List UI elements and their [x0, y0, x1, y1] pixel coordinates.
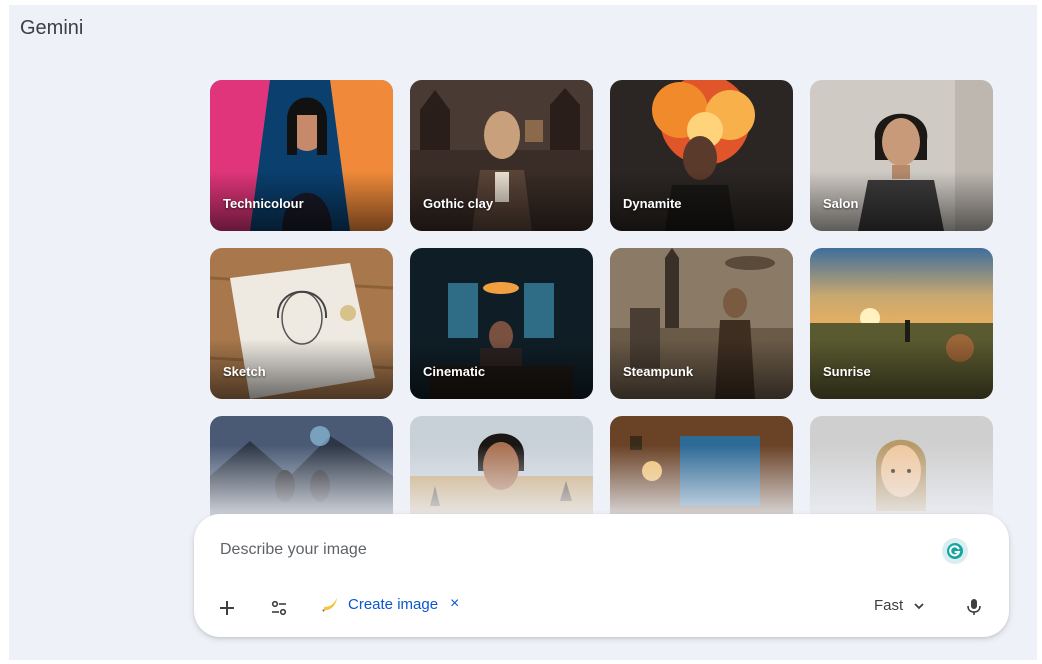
mode-selector[interactable]: Fast [874, 597, 925, 614]
style-label: Dynamite [623, 196, 682, 211]
create-image-chip[interactable]: Create image × [320, 594, 459, 614]
style-card-dynamite[interactable]: Dynamite [610, 80, 793, 231]
style-label: Cinematic [423, 364, 486, 379]
style-card-gothic-clay[interactable]: Gothic clay [410, 80, 593, 231]
style-card-cinematic[interactable]: Cinematic [410, 248, 593, 399]
chip-label: Create image [348, 595, 439, 613]
add-button[interactable] [216, 597, 238, 619]
style-card-technicolour[interactable]: Technicolour [210, 80, 393, 231]
style-label: Sunrise [823, 364, 871, 379]
style-card-steampunk[interactable]: Steampunk [610, 248, 793, 399]
chip-close-button[interactable]: × [450, 595, 459, 613]
gemini-app: Gemini Technicolour Gothic clay Dynamite… [9, 5, 1037, 660]
style-gallery: Technicolour Gothic clay Dynamite Salon … [210, 80, 993, 567]
mic-button[interactable] [963, 596, 985, 618]
style-label: Salon [823, 196, 859, 211]
style-label: Gothic clay [423, 196, 494, 211]
tune-icon [271, 600, 287, 616]
tools-button[interactable] [268, 597, 290, 619]
mic-icon [967, 599, 981, 615]
prompt-composer: Create image × Fast [194, 514, 1009, 637]
app-title: Gemini [20, 17, 84, 39]
style-card-salon[interactable]: Salon [810, 80, 993, 231]
prompt-input[interactable] [220, 541, 920, 559]
style-label: Steampunk [623, 364, 694, 379]
mode-label: Fast [874, 597, 904, 614]
banana-icon [322, 598, 337, 612]
style-card-sunrise[interactable]: Sunrise [810, 248, 993, 399]
style-label: Technicolour [223, 196, 304, 211]
style-label: Sketch [223, 364, 266, 379]
plus-icon [220, 601, 234, 615]
grammarly-icon[interactable] [942, 538, 968, 564]
style-card-sketch[interactable]: Sketch [210, 248, 393, 399]
chevron-down-icon [914, 602, 924, 609]
